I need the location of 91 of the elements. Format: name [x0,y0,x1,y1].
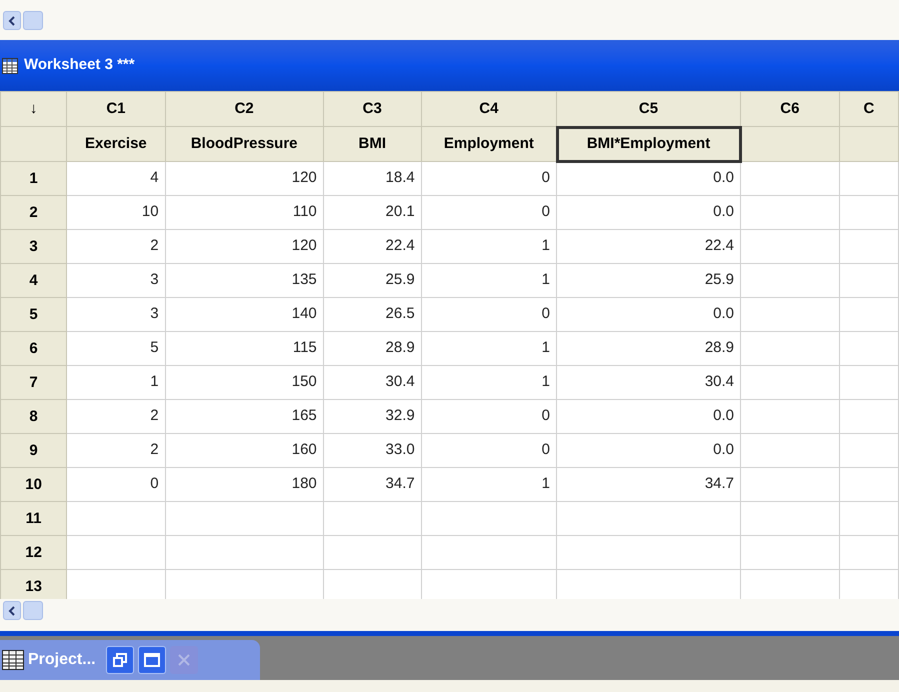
table-cell: 20.1 [323,196,422,230]
row-header[interactable]: 10 [0,468,67,502]
column-name-cell[interactable]: Employment [421,126,557,162]
table-cell: 10 [66,196,166,230]
row-header[interactable]: 6 [0,332,67,366]
table-cell: 0.0 [556,298,741,332]
table-cell: 4 [66,162,166,196]
scroll-thumb[interactable] [23,601,43,620]
table-cell: 115 [165,332,324,366]
table-cell: 1 [421,230,557,264]
table-cell: 2 [66,434,166,468]
table-cell: 120 [165,230,324,264]
table-cell: 0 [421,162,557,196]
window-title: Project... [28,650,96,670]
row-header[interactable]: 13 [0,570,67,599]
table-cell: 165 [165,400,324,434]
table-cell: 1 [421,264,557,298]
table-cell: 2 [66,230,166,264]
table-cell: 30.4 [556,366,741,400]
table-cell: 150 [165,366,324,400]
table-cell: 0 [421,400,557,434]
row-header[interactable]: 9 [0,434,67,468]
table-cell: 110 [165,196,324,230]
table-cell: 135 [165,264,324,298]
column-header[interactable]: C [839,92,898,126]
table-cell: 0.0 [556,434,741,468]
table-cell: 28.9 [323,332,422,366]
table-cell: 0 [66,468,166,502]
table-cell: 0.0 [556,196,741,230]
column-header[interactable]: C4 [421,92,557,126]
table-cell: 25.9 [323,264,422,298]
table-cell: 5 [66,332,166,366]
row-header[interactable]: 1 [0,162,67,196]
table-cell: 22.4 [323,230,422,264]
scroll-left-button[interactable] [3,11,21,30]
row-header[interactable]: 11 [0,502,67,536]
column-header[interactable]: C3 [323,92,422,126]
column-header[interactable]: C2 [165,92,324,126]
table-cell: 33.0 [323,434,422,468]
column-name-cell[interactable]: BloodPressure [165,126,324,162]
table-cell: 0.0 [556,400,741,434]
project-icon [2,650,24,670]
table-cell: 3 [66,264,166,298]
column-name-cell[interactable]: BMI [323,126,422,162]
table-cell: 26.5 [323,298,422,332]
worksheet-icon [2,58,18,74]
table-cell: 0 [421,196,557,230]
table-cell: 28.9 [556,332,741,366]
column-header[interactable]: C1 [66,92,166,126]
restore-button[interactable] [106,646,134,674]
column-name-cell[interactable]: BMI*Employment [556,126,741,162]
table-cell: 160 [165,434,324,468]
maximize-button[interactable] [138,646,166,674]
row-header[interactable]: 4 [0,264,67,298]
column-header[interactable]: C6 [740,92,840,126]
table-cell: 1 [421,332,557,366]
maximize-icon [144,653,160,667]
table-cell: 1 [421,366,557,400]
column-name-cell[interactable] [839,126,898,162]
scroll-thumb[interactable] [23,11,43,30]
table-cell: 18.4 [323,162,422,196]
window-title: Worksheet 3 *** [24,55,135,76]
table-cell: 0 [421,434,557,468]
table-cell: 34.7 [556,468,741,502]
corner-header[interactable]: ↓ [0,92,67,126]
column-header[interactable]: C5 [556,92,741,126]
close-icon [176,653,191,667]
row-header[interactable]: 7 [0,366,67,400]
table-cell: 2 [66,400,166,434]
table-cell: 25.9 [556,264,741,298]
row-header[interactable]: 5 [0,298,67,332]
column-name-cell[interactable] [740,126,840,162]
table-cell: 3 [66,298,166,332]
table-cell: 0 [421,298,557,332]
table-cell: 120 [165,162,324,196]
scroll-left-button[interactable] [3,601,21,620]
table-cell: 140 [165,298,324,332]
table-cell: 0.0 [556,162,741,196]
table-cell: 1 [421,468,557,502]
table-cell: 180 [165,468,324,502]
table-cell: 30.4 [323,366,422,400]
restore-icon [112,653,127,667]
column-name-cell[interactable]: Exercise [66,126,166,162]
row-header[interactable]: 3 [0,230,67,264]
table-cell: 1 [66,366,166,400]
row-header[interactable]: 12 [0,536,67,570]
row-header[interactable]: 8 [0,400,67,434]
table-cell: 34.7 [323,468,422,502]
table-cell: 22.4 [556,230,741,264]
table-cell: 32.9 [323,400,422,434]
row-header[interactable]: 2 [0,196,67,230]
